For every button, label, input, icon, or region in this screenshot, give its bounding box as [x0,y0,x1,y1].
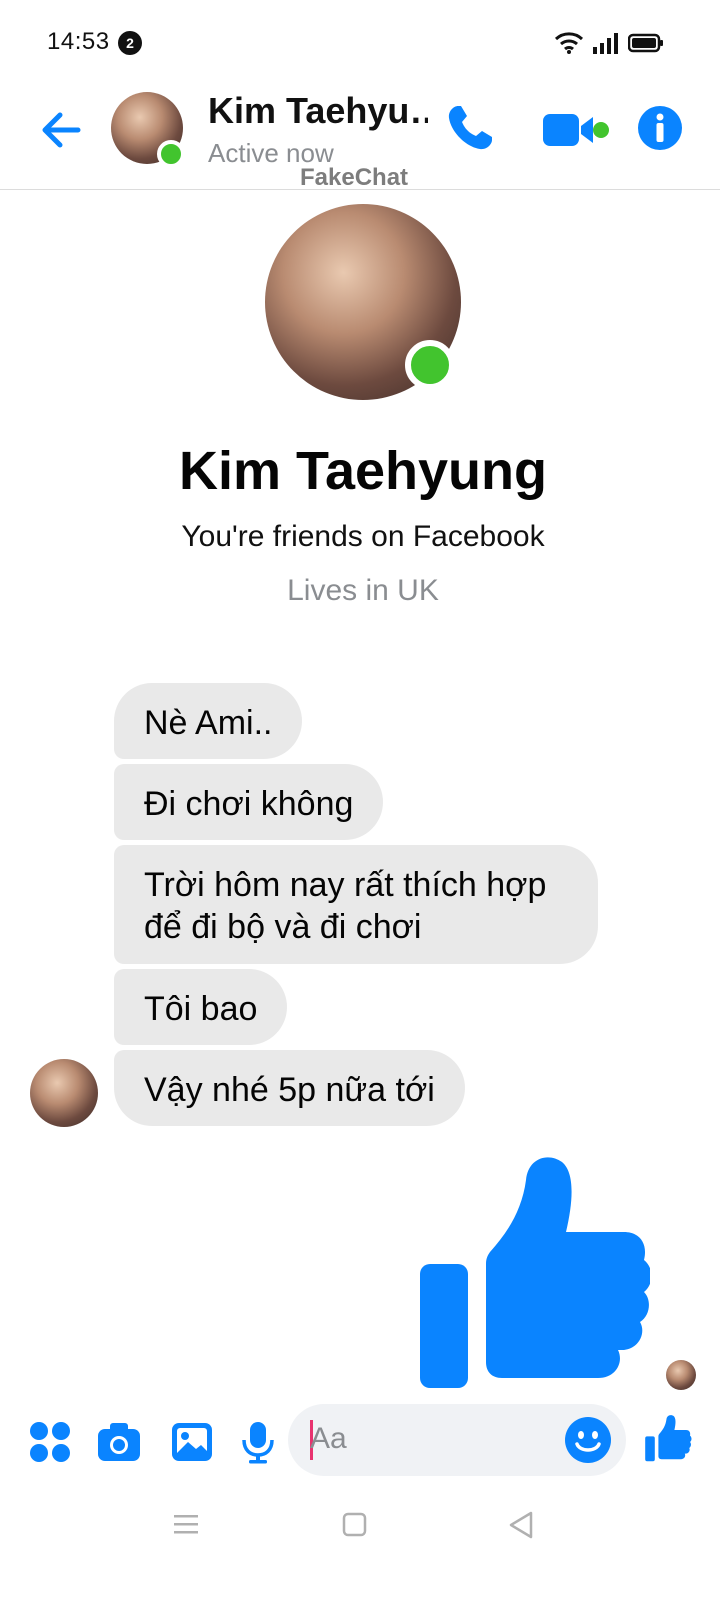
online-indicator [157,140,185,168]
microphone-icon [242,1422,274,1464]
seen-indicator-avatar [666,1360,696,1390]
emoji-icon [565,1417,611,1463]
message-bubble[interactable]: Trời hôm nay rất thích hợp để đi bộ và đ… [114,845,598,964]
info-button[interactable] [636,104,684,152]
status-bar: 14:53 2 [0,0,720,86]
status-icons [554,30,664,56]
apps-icon [30,1422,70,1462]
profile-online-indicator [405,340,455,390]
recent-apps-button[interactable] [172,1510,202,1540]
wifi-icon [554,32,584,54]
like-button[interactable] [644,1414,692,1462]
contact-avatar[interactable] [111,92,185,168]
back-triangle-icon [509,1511,533,1539]
signal-icon [593,33,618,54]
input-placeholder: Aa [310,1422,347,1455]
voice-call-button[interactable] [444,102,496,154]
video-camera-icon [543,114,609,146]
message-composer: Aa [0,1400,720,1480]
notification-badge: 2 [118,31,142,55]
status-time: 14:53 [47,28,110,55]
info-icon [638,106,682,150]
system-nav-bar [0,1490,720,1600]
back-arrow-icon [42,112,81,148]
watermark: FakeChat [300,164,409,191]
phone-icon [448,106,492,150]
message-bubble[interactable]: Đi chơi không [114,764,384,840]
camera-button[interactable] [97,1420,141,1464]
system-back-button[interactable] [507,1510,537,1540]
message-bubble[interactable]: Vậy nhé 5p nữa tới [114,1050,465,1126]
home-icon [342,1512,367,1537]
back-button[interactable] [38,106,86,154]
lives-in: Lives in UK [287,574,439,607]
message-bubble[interactable]: Tôi bao [114,969,288,1045]
video-call-button[interactable] [543,108,619,152]
message-input[interactable]: Aa [288,1404,626,1476]
microphone-button[interactable] [240,1420,284,1464]
friends-status: You're friends on Facebook [181,520,545,553]
apps-button[interactable] [28,1420,72,1464]
menu-icon [174,1515,198,1534]
chat-header: Kim Taehyu… Active now FakeChat [0,86,720,191]
camera-icon [98,1423,140,1461]
contact-name[interactable]: Kim Taehyu… [208,90,428,132]
battery-icon [628,33,663,53]
gallery-button[interactable] [170,1420,214,1464]
message-bubble[interactable]: Nè Ami.. [114,683,303,759]
sender-avatar[interactable] [30,1059,98,1127]
profile-name: Kim Taehyung [178,441,548,501]
sent-like-sticker[interactable] [418,1152,650,1392]
profile-avatar[interactable] [265,204,461,400]
emoji-button[interactable] [564,1416,612,1464]
gallery-icon [172,1423,212,1461]
home-button[interactable] [340,1510,370,1540]
thumbs-up-icon [645,1415,692,1462]
